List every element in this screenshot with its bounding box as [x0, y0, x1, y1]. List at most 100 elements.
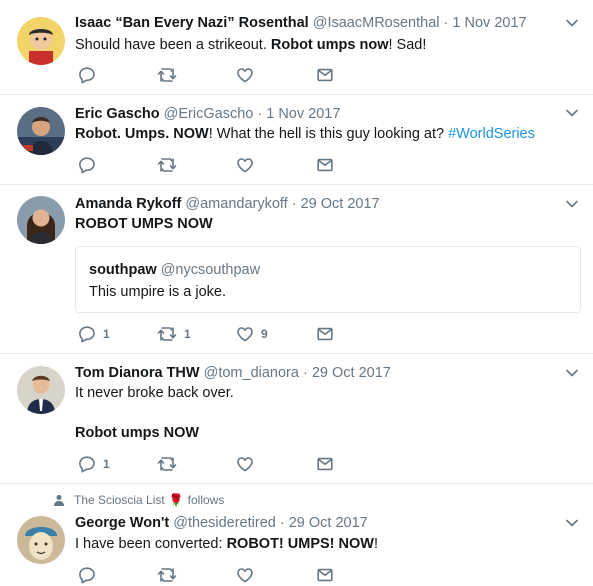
author-handle[interactable]: @EricGascho	[164, 106, 254, 122]
tweet[interactable]: George Won't @thesideretired · 29 Oct 20…	[0, 484, 593, 586]
retweet-icon	[157, 325, 177, 343]
reply-icon	[78, 66, 96, 84]
direct-message-button[interactable]	[316, 566, 334, 584]
tweet-text: ROBOT UMPS NOW	[75, 214, 213, 234]
like-icon	[236, 455, 254, 473]
like-button[interactable]	[236, 156, 261, 174]
tweet-actions	[75, 566, 375, 586]
like-button[interactable]	[236, 455, 261, 473]
retweet-button[interactable]	[157, 156, 184, 174]
direct-message-icon	[316, 566, 334, 584]
reply-button[interactable]: 1	[78, 325, 110, 343]
like-icon	[236, 156, 254, 174]
retweet-button[interactable]	[157, 66, 184, 84]
chevron-down-icon[interactable]	[565, 199, 579, 209]
reply-count: 1	[103, 327, 110, 341]
like-icon	[236, 566, 254, 584]
retweet-icon	[157, 156, 177, 174]
chevron-down-icon[interactable]	[565, 518, 579, 528]
tweet-date[interactable]: 1 Nov 2017	[266, 106, 340, 122]
direct-message-icon	[316, 66, 334, 84]
text-segment: It never broke back over.	[75, 385, 234, 401]
tweet[interactable]: Isaac “Ban Every Nazi” Rosenthal @IsaacM…	[0, 0, 593, 95]
reply-button[interactable]: 1	[78, 455, 110, 473]
direct-message-button[interactable]	[316, 325, 334, 343]
separator-dot: ·	[279, 515, 285, 531]
tweet-actions	[75, 156, 375, 176]
author-handle[interactable]: @amandarykoff	[185, 196, 287, 212]
retweet-count: 1	[184, 327, 191, 341]
retweet-icon	[157, 566, 177, 584]
author-name[interactable]: Tom Dianora THW	[75, 365, 200, 381]
avatar[interactable]	[17, 107, 65, 155]
chevron-down-icon[interactable]	[565, 368, 579, 378]
tweet-date[interactable]: 29 Oct 2017	[289, 515, 368, 531]
author-handle[interactable]: @tom_dianora	[204, 365, 299, 381]
tweet-actions	[75, 66, 375, 86]
reply-icon	[78, 156, 96, 174]
tweet-date[interactable]: 29 Oct 2017	[312, 365, 391, 381]
direct-message-button[interactable]	[316, 156, 334, 174]
quoted-author-handle: @nycsouthpaw	[160, 262, 261, 278]
tweet[interactable]: Amanda Rykoff @amandarykoff · 29 Oct 201…	[0, 185, 593, 354]
author-handle[interactable]: @IsaacMRosenthal	[313, 15, 440, 31]
tweet-text: Robot. Umps. NOW! What the hell is this …	[75, 124, 535, 144]
like-count: 9	[261, 327, 268, 341]
retweet-button[interactable]	[157, 566, 184, 584]
like-icon	[236, 325, 254, 343]
author-name[interactable]: Eric Gascho	[75, 106, 160, 122]
reply-count: 1	[103, 457, 110, 471]
text-segment: ! Sad!	[388, 37, 427, 53]
avatar[interactable]	[17, 516, 65, 564]
quoted-tweet-text: This umpire is a joke.	[89, 284, 226, 300]
bold-text: ROBOT! UMPS! NOW	[226, 536, 374, 552]
reply-icon	[78, 325, 96, 343]
avatar[interactable]	[17, 366, 65, 414]
author-name[interactable]: George Won't	[75, 515, 169, 531]
bold-text: Robot. Umps. NOW	[75, 126, 209, 142]
author-name[interactable]: Isaac “Ban Every Nazi” Rosenthal	[75, 15, 309, 31]
separator-dot: ·	[443, 15, 449, 31]
separator-dot: ·	[302, 365, 308, 381]
retweet-button[interactable]	[157, 455, 184, 473]
bold-text: ROBOT UMPS NOW	[75, 216, 213, 232]
reply-button[interactable]	[78, 566, 103, 584]
like-button[interactable]	[236, 566, 261, 584]
separator-dot: ·	[257, 106, 263, 122]
text-segment: I have been converted:	[75, 536, 227, 552]
direct-message-icon	[316, 156, 334, 174]
tweet-date[interactable]: 29 Oct 2017	[301, 196, 380, 212]
direct-message-button[interactable]	[316, 66, 334, 84]
reply-icon	[78, 455, 96, 473]
like-button[interactable]: 9	[236, 325, 268, 343]
direct-message-button[interactable]	[316, 455, 334, 473]
retweet-icon	[157, 66, 177, 84]
hashtag-link[interactable]: #WorldSeries	[448, 126, 535, 142]
author-handle[interactable]: @thesideretired	[173, 515, 276, 531]
retweet-button[interactable]: 1	[157, 325, 191, 343]
avatar[interactable]	[17, 17, 65, 65]
text-segment: Should have been a strikeout.	[75, 37, 271, 53]
quoted-tweet[interactable]: southpaw @nycsouthpaw This umpire is a j…	[75, 246, 581, 313]
text-segment: !	[373, 536, 378, 552]
chevron-down-icon[interactable]	[565, 108, 579, 118]
reply-icon	[78, 566, 96, 584]
tweet-date[interactable]: 1 Nov 2017	[452, 15, 526, 31]
reply-button[interactable]	[78, 66, 103, 84]
tweet-actions: 1 1 9	[75, 325, 375, 345]
bold-text: Robot umps now	[270, 37, 389, 53]
separator-dot: ·	[291, 196, 297, 212]
tweet[interactable]: Tom Dianora THW @tom_dianora · 29 Oct 20…	[0, 354, 593, 484]
tweet-text-line-2: Robot umps NOW	[75, 423, 199, 443]
like-button[interactable]	[236, 66, 261, 84]
tweet[interactable]: Eric Gascho @EricGascho · 1 Nov 2017 Rob…	[0, 95, 593, 185]
retweet-icon	[157, 455, 177, 473]
bold-text: Robot umps NOW	[75, 425, 200, 441]
chevron-down-icon[interactable]	[565, 18, 579, 28]
reply-button[interactable]	[78, 156, 103, 174]
avatar[interactable]	[17, 196, 65, 244]
direct-message-icon	[316, 325, 334, 343]
direct-message-icon	[316, 455, 334, 473]
author-name[interactable]: Amanda Rykoff	[75, 196, 181, 212]
tweet-text: I have been converted: ROBOT! UMPS! NOW!	[75, 534, 378, 554]
